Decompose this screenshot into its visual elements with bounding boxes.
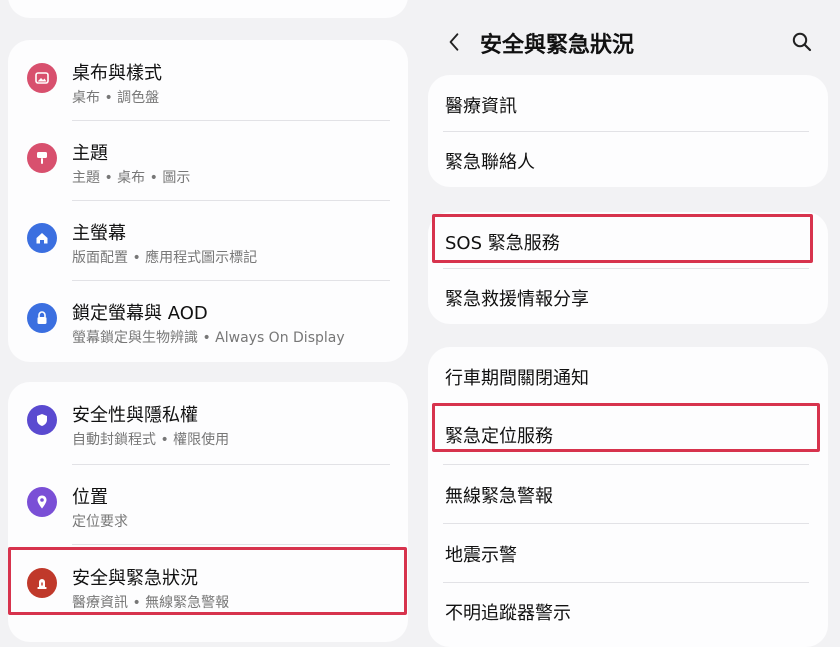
- settings-item-title: 鎖定螢幕與 AOD: [72, 303, 208, 324]
- menu-item-medical-info[interactable]: 醫療資訊: [428, 75, 824, 131]
- theme-brush-icon: [27, 143, 57, 173]
- settings-item-subtitle: 自動封鎖程式 • 權限使用: [72, 432, 230, 448]
- menu-item-label: 醫療資訊: [445, 96, 517, 117]
- settings-card-top-partial: [8, 0, 408, 18]
- menu-item-label: 行車期間關閉通知: [445, 368, 589, 389]
- settings-item-title: 位置: [72, 487, 108, 508]
- settings-item-wallpaper[interactable]: 桌布與樣式 桌布 • 調色盤: [8, 40, 400, 120]
- menu-item-label: 緊急救援情報分享: [445, 289, 589, 310]
- settings-item-subtitle: 定位要求: [72, 514, 128, 530]
- settings-item-title: 桌布與樣式: [72, 63, 162, 84]
- highlight-box: [432, 214, 813, 263]
- settings-list-pane: 桌布與樣式 桌布 • 調色盤 主題 主題 • 桌布 • 圖示 主螢幕 版面配置 …: [0, 0, 420, 642]
- menu-item-label: 地震示警: [445, 545, 517, 566]
- menu-item-emergency-contacts[interactable]: 緊急聯絡人: [428, 131, 824, 187]
- settings-item-subtitle: 主題 • 桌布 • 圖示: [72, 170, 191, 186]
- wallpaper-icon: [27, 63, 57, 93]
- settings-item-title: 主螢幕: [72, 223, 126, 244]
- search-button[interactable]: [790, 30, 814, 54]
- settings-item-location[interactable]: 位置 定位要求: [8, 464, 400, 544]
- settings-item-security-privacy[interactable]: 安全性與隱私權 自動封鎖程式 • 權限使用: [8, 382, 400, 462]
- menu-item-driving-notifications[interactable]: 行車期間關閉通知: [428, 347, 824, 403]
- menu-item-label: 緊急聯絡人: [445, 152, 535, 173]
- settings-item-subtitle: 螢幕鎖定與生物辨識 • Always On Display: [72, 330, 345, 346]
- back-button[interactable]: [443, 29, 465, 55]
- highlight-box: [8, 547, 407, 615]
- page-title: 安全與緊急狀況: [480, 33, 635, 58]
- location-pin-icon: [27, 487, 57, 517]
- shield-icon: [27, 405, 57, 435]
- menu-item-emergency-sharing[interactable]: 緊急救援情報分享: [428, 268, 824, 324]
- menu-item-label: 不明追蹤器警示: [445, 603, 571, 624]
- settings-item-home-screen[interactable]: 主螢幕 版面配置 • 應用程式圖示標記: [8, 200, 400, 280]
- settings-item-subtitle: 版面配置 • 應用程式圖示標記: [72, 250, 258, 266]
- settings-item-theme[interactable]: 主題 主題 • 桌布 • 圖示: [8, 120, 400, 200]
- safety-emergency-pane: 安全與緊急狀況 醫療資訊 緊急聯絡人 SOS 緊急服務 緊急救援情報分享 行車期…: [420, 0, 840, 647]
- highlight-box: [432, 403, 820, 452]
- settings-item-title: 主題: [72, 143, 108, 164]
- settings-item-subtitle: 桌布 • 調色盤: [72, 90, 160, 106]
- settings-item-title: 安全性與隱私權: [72, 405, 198, 426]
- menu-item-wireless-alerts[interactable]: 無線緊急警報: [428, 465, 824, 521]
- menu-item-label: 無線緊急警報: [445, 486, 553, 507]
- back-chevron-icon: [449, 33, 459, 51]
- menu-item-earthquake-alerts[interactable]: 地震示警: [428, 524, 824, 580]
- lock-icon: [27, 303, 57, 333]
- settings-item-lock-screen[interactable]: 鎖定螢幕與 AOD 螢幕鎖定與生物辨識 • Always On Display: [8, 280, 400, 360]
- search-icon: [792, 32, 812, 52]
- home-icon: [27, 223, 57, 253]
